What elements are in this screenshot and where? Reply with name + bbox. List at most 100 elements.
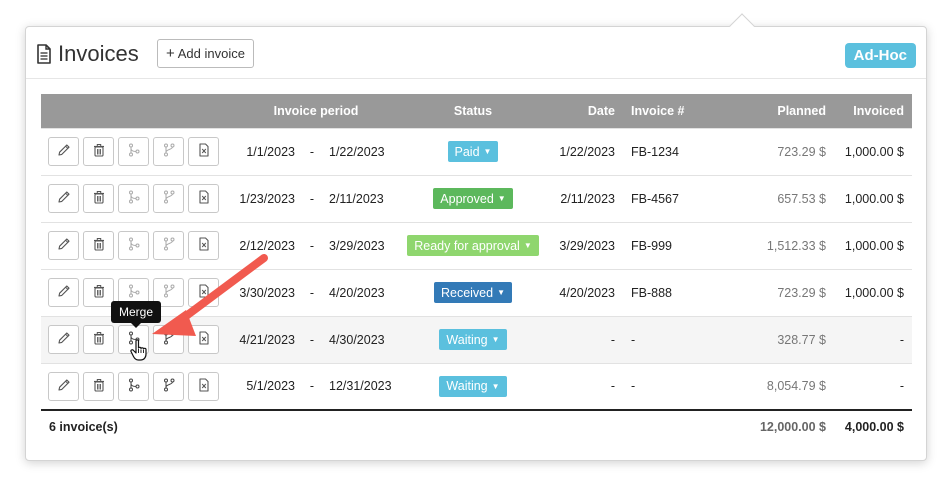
invoice-number: FB-1234 (631, 144, 679, 159)
table-row: 1/23/2023-2/11/2023 Approved ▼ 2/11/2023 FB-… (41, 175, 912, 222)
delete-file-icon (197, 378, 211, 395)
period-end: 3/29/2023 (329, 238, 385, 253)
title-group: Invoices (36, 41, 139, 67)
status-cell: Ready for approval ▼ (403, 222, 543, 269)
period-separator: - (309, 191, 315, 206)
edit-icon (57, 143, 71, 160)
caret-down-icon: ▼ (483, 147, 492, 156)
invoice-date: 3/29/2023 (559, 238, 615, 253)
adhoc-badge: Ad-Hoc (844, 43, 916, 68)
merge-up-button[interactable] (118, 137, 149, 166)
planned-amount: 723.29 $ (777, 144, 826, 159)
delete-file-button[interactable] (188, 371, 219, 401)
invoice-number: FB-888 (631, 285, 672, 300)
edit-icon (57, 331, 71, 348)
period-separator: - (309, 332, 315, 347)
delete-button[interactable] (83, 371, 114, 401)
add-invoice-button[interactable]: + Add invoice (157, 39, 254, 68)
edit-icon (57, 190, 71, 207)
invoice-date: 1/22/2023 (559, 144, 615, 159)
delete-file-icon (197, 190, 211, 207)
planned-amount: 8,054.79 $ (766, 379, 826, 394)
delete-button[interactable] (83, 325, 114, 354)
status-cell: Waiting ▼ (403, 363, 543, 410)
row-actions (41, 363, 229, 410)
caret-down-icon: ▼ (497, 194, 506, 203)
delete-file-button[interactable] (188, 184, 219, 213)
edit-button[interactable] (48, 371, 79, 401)
trash-icon (92, 190, 106, 207)
invoice-number: FB-999 (631, 238, 672, 253)
period-end: 12/31/2023 (329, 379, 392, 394)
merge-down-button[interactable] (153, 137, 184, 166)
status-dropdown[interactable]: Ready for approval ▼ (407, 235, 539, 256)
period-end: 1/22/2023 (329, 144, 385, 159)
edit-button[interactable] (48, 278, 79, 307)
status-dropdown[interactable]: Received ▼ (433, 282, 513, 303)
trash-icon (92, 143, 106, 160)
caret-down-icon: ▼ (491, 335, 500, 344)
invoiced-amount: - (899, 332, 904, 347)
planned-total: 12,000.00 $ (759, 420, 826, 434)
period-start: 1/1/2023 (246, 144, 295, 159)
caret-down-icon: ▼ (497, 288, 506, 297)
delete-button[interactable] (83, 231, 114, 260)
invoiced-total: 4,000.00 $ (844, 420, 904, 434)
plus-icon: + (166, 45, 175, 62)
invoice-date: - (610, 332, 615, 347)
status-dropdown[interactable]: Paid ▼ (447, 141, 499, 162)
status-dropdown[interactable]: Waiting ▼ (439, 329, 507, 350)
period-start: 1/23/2023 (239, 191, 295, 206)
edit-button[interactable] (48, 231, 79, 260)
period-separator: - (309, 379, 315, 394)
table-row: 1/1/2023-1/22/2023 Paid ▼ 1/22/2023 FB-1234 7… (41, 128, 912, 175)
delete-button[interactable] (83, 278, 114, 307)
delete-button[interactable] (83, 184, 114, 213)
delete-button[interactable] (83, 137, 114, 166)
edit-button[interactable] (48, 325, 79, 354)
status-cell: Waiting ▼ (403, 316, 543, 363)
edit-icon (57, 237, 71, 254)
planned-amount: 657.53 $ (777, 191, 826, 206)
edit-button[interactable] (48, 137, 79, 166)
merge-up-button[interactable] (118, 184, 149, 213)
edit-button[interactable] (48, 184, 79, 213)
page-title: Invoices (58, 41, 139, 66)
hand-cursor-icon (130, 339, 147, 361)
planned-amount: 328.77 $ (777, 332, 826, 347)
invoice-number: - (631, 379, 636, 394)
merge-up-button[interactable] (118, 371, 149, 401)
col-status: Status (453, 103, 493, 118)
invoice-date: 4/20/2023 (559, 285, 615, 300)
invoice-count: 6 invoice(s) (49, 420, 118, 434)
status-label: Approved (440, 191, 494, 206)
trash-icon (92, 378, 106, 395)
status-cell: Approved ▼ (403, 175, 543, 222)
caret-down-icon: ▼ (523, 241, 532, 250)
merge-up-icon (127, 143, 141, 160)
delete-file-button[interactable] (188, 137, 219, 166)
merge-up-icon (127, 237, 141, 254)
file-text-icon (37, 44, 51, 64)
invoiced-amount: 1,000.00 $ (844, 238, 904, 253)
status-label: Waiting (446, 332, 488, 347)
add-invoice-label: Add invoice (177, 46, 245, 61)
merge-down-icon (162, 190, 176, 207)
col-invoice-period: Invoice period (273, 103, 359, 118)
invoice-number: - (631, 332, 636, 347)
caret-down-icon: ▼ (491, 381, 500, 391)
table-header-row: Invoice period Status Date Invoice # Pla… (41, 94, 912, 128)
merge-down-button[interactable] (153, 371, 184, 401)
row-actions (41, 175, 229, 222)
invoice-date: 2/11/2023 (560, 191, 615, 206)
status-dropdown[interactable]: Approved ▼ (433, 188, 513, 209)
panel-header: Invoices + Add invoice Ad-Hoc (26, 27, 926, 79)
period-end: 2/11/2023 (329, 191, 384, 206)
status-dropdown[interactable]: Waiting ▼ (439, 375, 507, 397)
invoice-number: FB-4567 (631, 191, 679, 206)
status-label: Received (440, 285, 494, 300)
trash-icon (92, 284, 106, 301)
merge-down-button[interactable] (153, 184, 184, 213)
status-label: Waiting (446, 379, 488, 394)
table-row: 5/1/2023-12/31/2023 Waiting ▼ - -8,054.79 $ - (41, 363, 912, 410)
